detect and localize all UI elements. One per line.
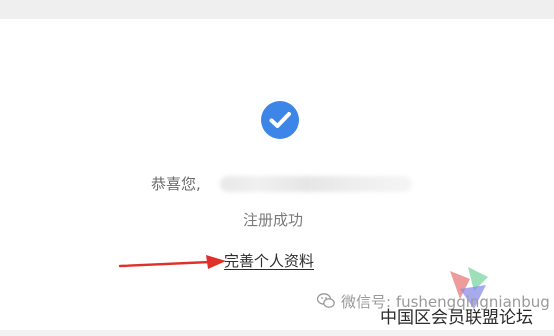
wechat-icon xyxy=(317,293,335,308)
registration-success-message: 注册成功 xyxy=(243,211,304,229)
greeting-text: 恭喜您, xyxy=(151,174,201,193)
blurred-username xyxy=(220,176,412,192)
forum-watermark: 中国区会员联盟论坛 xyxy=(380,308,533,328)
complete-profile-link[interactable]: 完善个人资料 xyxy=(224,250,314,272)
success-check-icon xyxy=(261,101,299,139)
top-bar xyxy=(0,0,554,19)
red-arrow-annotation xyxy=(118,255,226,269)
bottom-bar xyxy=(0,330,554,336)
